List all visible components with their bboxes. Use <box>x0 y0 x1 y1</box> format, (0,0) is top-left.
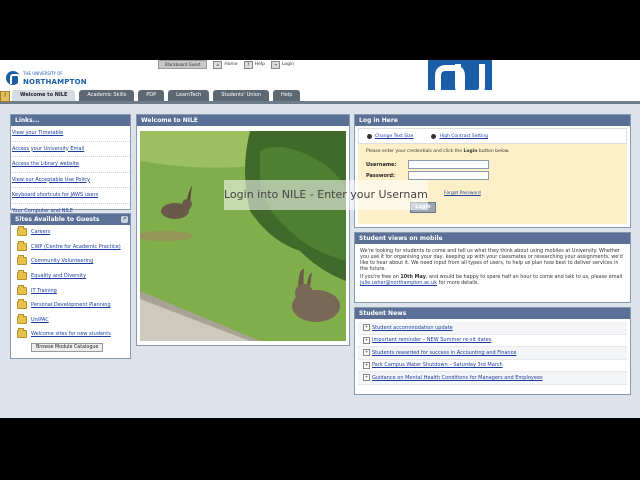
university-logo[interactable]: THE UNIVERSITY OF NORTHAMPTON <box>6 68 87 88</box>
contrast-icon <box>431 133 437 139</box>
links-panel: Links... View your Timetable Access your… <box>10 114 131 219</box>
text-size-icon <box>367 133 372 139</box>
site-item[interactable]: CWP (Centre for Academic Practice) <box>11 240 130 255</box>
tab-learntech[interactable]: LearnTech <box>168 90 210 101</box>
browser-viewport: THE UNIVERSITY OF NORTHAMPTON Blackboard… <box>0 60 640 418</box>
news-item[interactable]: + Guidance on Mental Health Conditions fo… <box>358 372 627 385</box>
change-text-size-link[interactable]: Change Text Size <box>367 133 413 139</box>
folder-icon <box>17 226 27 237</box>
tab-pdp[interactable]: PDP <box>138 90 165 101</box>
links-panel-title: Links... <box>11 115 130 126</box>
logo-big-text: NORTHAMPTON <box>23 78 87 86</box>
site-item[interactable]: IT Training <box>11 283 130 298</box>
login-icon: → <box>270 60 280 69</box>
guest-badge: Blackboard Guest <box>158 60 208 69</box>
folder-icon <box>17 313 27 324</box>
folder-icon <box>17 270 27 281</box>
sites-panel: Sites Available to Guests ↗ Careers CWP … <box>10 213 131 359</box>
username-label: Username: <box>366 161 397 168</box>
expand-icon: + <box>363 349 370 357</box>
password-input[interactable] <box>408 171 489 180</box>
student-views-panel: Student views on mobile We're looking fo… <box>354 232 631 303</box>
news-item[interactable]: + Student accommodation update <box>358 322 627 335</box>
tab-students-union[interactable]: Students' Union <box>213 90 270 101</box>
site-item[interactable]: Careers <box>11 225 130 240</box>
tab-bar: ? Welcome to NILE Academic Skills PDP Le… <box>0 90 640 104</box>
help-icon: ? <box>243 60 253 69</box>
news-item[interactable]: + Important reminder – NEW Summer re-sit … <box>358 335 627 347</box>
student-views-paragraph-1: We're looking for students to come and t… <box>360 248 623 272</box>
login-panel-title: Log in Here <box>355 115 630 126</box>
folder-icon <box>17 284 27 295</box>
login-instructions: Please enter your credentials and click … <box>366 149 510 154</box>
tab-welcome[interactable]: Welcome to NILE <box>12 90 76 101</box>
forgot-password-link[interactable]: Forgot Password <box>444 191 481 196</box>
high-contrast-link[interactable]: High Contrast Setting <box>431 133 488 139</box>
student-news-title: Student News <box>355 308 630 319</box>
news-item[interactable]: + Students rewarded for success in Accoun… <box>358 347 627 360</box>
news-item[interactable]: + Park Campus Water Shutdown – Saturday 3… <box>358 360 627 372</box>
link-timetable[interactable]: View your Timetable <box>11 126 130 142</box>
site-item[interactable]: Welcome sites for new students <box>11 327 130 342</box>
home-link[interactable]: ⌂ Home <box>213 60 238 69</box>
browse-catalogue-button[interactable]: Browse Module Catalogue <box>31 343 104 353</box>
contact-email-link[interactable]: julie.usher@northampton.ac.uk <box>360 280 437 286</box>
username-input[interactable] <box>408 160 489 169</box>
student-views-paragraph-2: If you're free on 10th May, and would be… <box>360 274 623 286</box>
folder-icon <box>17 299 27 310</box>
link-email[interactable]: Access your University Email <box>11 142 130 157</box>
main-content: Links... View your Timetable Access your… <box>0 104 640 418</box>
site-item[interactable]: UniPAC <box>11 313 130 328</box>
expand-icon: + <box>363 361 370 369</box>
panel-settings-icon[interactable]: ↗ <box>121 216 128 223</box>
welcome-panel-title: Welcome to NILE <box>137 115 349 126</box>
login-panel: Log in Here Change Text Size High Contra… <box>354 114 631 228</box>
pin-icon[interactable]: ? <box>0 91 10 102</box>
page-header: THE UNIVERSITY OF NORTHAMPTON Blackboard… <box>0 60 640 102</box>
help-link[interactable]: ? Help <box>243 60 265 69</box>
login-link[interactable]: → Login <box>270 60 295 69</box>
welcome-panel: Welcome to NILE <box>136 114 350 346</box>
expand-icon: + <box>363 324 370 332</box>
top-links: Blackboard Guest ⌂ Home ? Help → Login <box>158 60 294 69</box>
site-item[interactable]: Equality and Diversity <box>11 269 130 284</box>
home-icon: ⌂ <box>213 60 223 69</box>
expand-icon: + <box>363 374 370 382</box>
sites-panel-title: Sites Available to Guests <box>15 216 100 223</box>
help-link-label: Help <box>254 62 265 67</box>
login-link-label: Login <box>281 62 295 67</box>
expand-icon: + <box>363 336 370 344</box>
link-library[interactable]: Access the Library website <box>11 157 130 173</box>
home-link-label: Home <box>224 62 238 67</box>
student-news-panel: Student News + Student accommodation upda… <box>354 307 631 395</box>
tab-academic-skills[interactable]: Academic Skills <box>79 90 135 101</box>
folder-icon <box>17 328 27 339</box>
link-jaws[interactable]: Keyboard shortcuts for JAWS users <box>11 188 130 204</box>
student-views-title: Student views on mobile <box>355 233 630 244</box>
tutorial-caption: Login into NILE - Enter your Username <box>224 180 428 210</box>
folder-icon <box>17 255 27 266</box>
rabbits-photo <box>140 131 346 341</box>
tab-help[interactable]: Help <box>273 90 301 101</box>
site-item[interactable]: Personal Development Planning <box>11 298 130 313</box>
folder-icon <box>17 240 27 251</box>
link-acceptable-use[interactable]: View our Acceptable Use Policy <box>11 173 130 188</box>
password-label: Password: <box>366 172 395 179</box>
logo-small-text: THE UNIVERSITY OF <box>23 71 63 76</box>
university-logo-icon <box>6 71 20 85</box>
site-item[interactable]: Community Volunteering <box>11 254 130 269</box>
